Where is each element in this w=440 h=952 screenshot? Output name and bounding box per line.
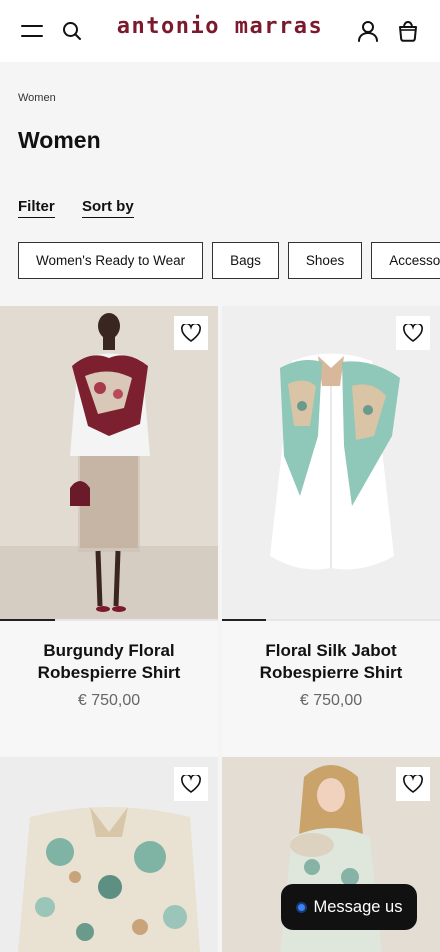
breadcrumb[interactable]: Women bbox=[18, 92, 56, 104]
wishlist-heart-icon[interactable] bbox=[396, 767, 430, 801]
site-header: antonio marras bbox=[0, 0, 440, 62]
chip-shoes[interactable]: Shoes bbox=[287, 242, 363, 279]
product-name-line2[interactable]: Robespierre Shirt bbox=[222, 662, 440, 684]
progress-fill bbox=[222, 619, 266, 621]
search-icon[interactable] bbox=[54, 13, 90, 49]
message-us-label: Message us bbox=[313, 897, 403, 916]
product-card[interactable] bbox=[0, 757, 218, 952]
product-price: € 750,00 bbox=[77, 692, 141, 709]
product-card[interactable]: Floral Silk Jabot Robespierre Shirt € 75… bbox=[222, 306, 440, 756]
product-image[interactable] bbox=[222, 306, 440, 621]
image-gallery-progress bbox=[222, 619, 440, 621]
product-card[interactable]: Burgundy Floral Robespierre Shirt € 750,… bbox=[0, 306, 218, 756]
message-us-button[interactable]: Message us bbox=[281, 884, 417, 930]
filter-button[interactable]: Filter bbox=[18, 198, 55, 218]
chat-status-icon bbox=[295, 901, 307, 913]
product-name-line1[interactable]: Burgundy Floral bbox=[0, 640, 218, 662]
wishlist-heart-icon[interactable] bbox=[174, 767, 208, 801]
product-price: € 750,00 bbox=[299, 692, 363, 709]
hamburger-menu-icon[interactable] bbox=[14, 13, 50, 49]
wishlist-heart-icon[interactable] bbox=[396, 316, 430, 350]
user-icon[interactable] bbox=[350, 13, 386, 49]
product-name-line2[interactable]: Robespierre Shirt bbox=[0, 662, 218, 684]
chip-accessories[interactable]: Accessories bbox=[371, 242, 440, 279]
chip-womens-ready-to-wear[interactable]: Women's Ready to Wear bbox=[18, 242, 204, 279]
brand-logo-text[interactable]: antonio marras bbox=[117, 14, 323, 39]
shopping-bag-icon[interactable] bbox=[390, 13, 426, 49]
page-title: Women bbox=[18, 127, 101, 153]
image-gallery-progress bbox=[0, 619, 218, 621]
progress-fill bbox=[0, 619, 55, 621]
product-name-line1[interactable]: Floral Silk Jabot bbox=[222, 640, 440, 662]
wishlist-heart-icon[interactable] bbox=[174, 316, 208, 350]
category-chips: Women's Ready to Wear Bags Shoes Accesso… bbox=[18, 242, 440, 279]
chip-bags[interactable]: Bags bbox=[212, 242, 279, 279]
sort-by-button[interactable]: Sort by bbox=[82, 198, 134, 218]
product-image[interactable] bbox=[0, 306, 218, 621]
